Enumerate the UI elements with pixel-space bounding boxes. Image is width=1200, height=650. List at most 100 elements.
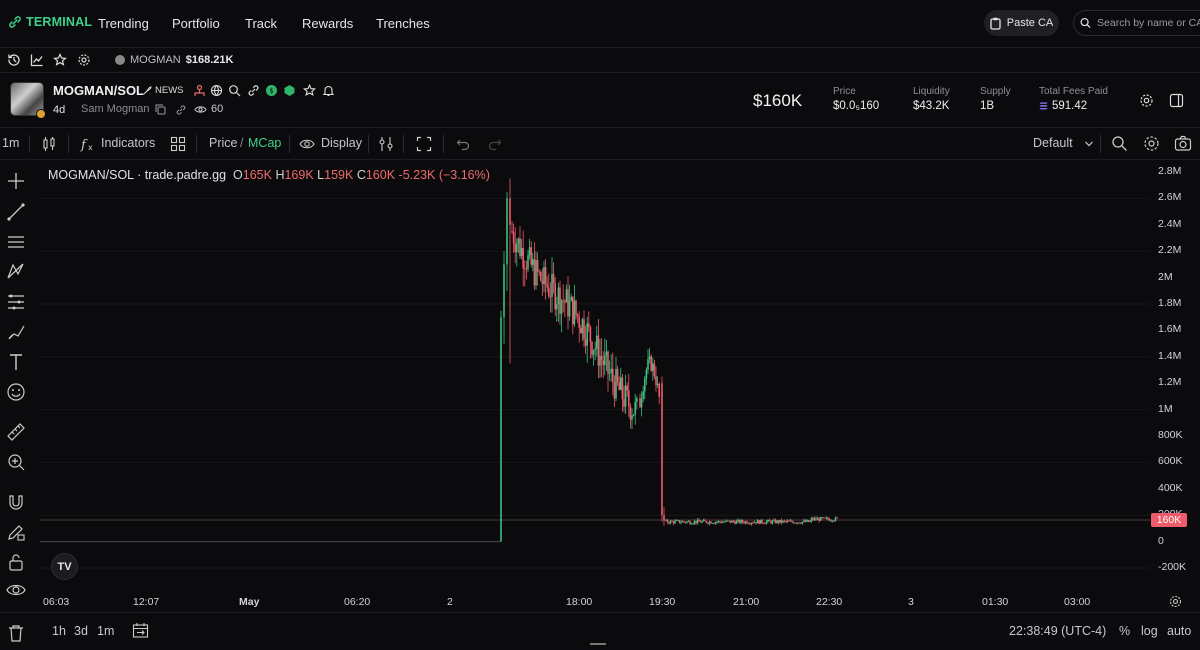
search-token-icon[interactable] [228,84,241,97]
x-tick-label: 18:00 [566,596,593,608]
candle-body [584,339,587,346]
search-icon[interactable] [1111,135,1128,152]
share-link-icon[interactable] [175,104,187,116]
candle-body [554,283,556,310]
trend-line-icon[interactable] [5,201,27,223]
layouts-icon[interactable] [170,136,186,152]
candle-body [809,521,811,523]
brush-icon[interactable] [5,321,27,343]
nav-trending[interactable]: Trending [98,16,149,31]
holders-icon[interactable] [193,84,206,97]
ticker-chip[interactable]: MOGMAN $168.21K [115,54,233,66]
candle-body [549,296,552,298]
candle-body [687,521,690,522]
candle-body [503,264,505,318]
copy-icon[interactable] [155,104,166,115]
pencil-lock-icon[interactable] [5,521,27,543]
text-icon[interactable] [5,351,27,373]
mcap-toggle[interactable]: MCap [248,136,281,150]
candle-body [704,520,706,522]
candle-body [541,280,544,284]
nav-rewards[interactable]: Rewards [302,16,353,31]
pair-name[interactable]: MOGMAN/SOL [53,83,144,98]
price-chart[interactable] [40,162,1150,586]
nav-trenches[interactable]: Trenches [376,16,430,31]
ruler-icon[interactable] [5,421,27,443]
stat-price-label: Price [833,86,856,97]
camera-icon[interactable] [1174,135,1192,152]
resize-handle[interactable] [590,643,606,645]
compare-icon[interactable] [378,136,394,152]
emoji-icon[interactable] [5,381,27,403]
dex-icon[interactable]: $ [265,84,278,97]
bot-icon[interactable] [283,84,296,97]
fx-icon[interactable]: fx [80,136,96,152]
log-toggle[interactable]: log [1141,624,1158,638]
clock[interactable]: 22:38:49 (UTC-4) [1009,624,1106,638]
tradingview-logo[interactable]: TV [51,553,78,580]
date-range-icon[interactable] [132,622,149,639]
terminal-logo[interactable]: TERMINAL [9,15,92,29]
globe-icon[interactable] [210,84,223,97]
horizontal-lines-icon[interactable] [5,231,27,253]
paste-ca-label: Paste CA [1006,17,1054,29]
percent-toggle[interactable]: % [1119,624,1130,638]
star-icon[interactable] [53,53,67,67]
lock-icon[interactable] [5,551,27,573]
bell-icon[interactable] [322,84,335,97]
link-icon[interactable] [247,84,260,97]
visibility-icon[interactable] [5,579,27,601]
magnet-icon[interactable] [5,491,27,513]
indicators-button[interactable]: Indicators [101,136,155,150]
zoom-in-icon[interactable] [5,451,27,473]
search-input[interactable]: Search by name or CA... [1073,10,1200,36]
stat-fees-value: 591.42 [1052,100,1088,112]
chart-settings-icon[interactable] [1143,135,1160,152]
legend-open: 165K [242,168,272,182]
candles-icon[interactable] [41,136,57,152]
candle-body [717,521,720,522]
crosshair-icon[interactable] [5,170,27,192]
fib-icon[interactable] [5,291,27,313]
price-toggle[interactable]: Price [209,136,237,150]
stat-supply-label: Supply [980,86,1011,97]
range-3d[interactable]: 3d [74,624,88,638]
divider [1100,135,1101,153]
candle-body [671,520,673,522]
range-1m[interactable]: 1m [97,624,114,638]
nav-portfolio[interactable]: Portfolio [172,16,220,31]
logo-text: TERMINAL [26,15,93,29]
chart-line-icon[interactable] [30,53,44,67]
paste-ca-button[interactable]: Paste CA [984,10,1059,36]
chevron-down-icon[interactable] [1084,140,1094,148]
candle-body [653,363,656,377]
settings-icon[interactable] [1139,93,1154,108]
candle-body [613,382,616,399]
creator-name[interactable]: Sam Mogman [81,103,149,115]
star-outline-icon[interactable] [303,84,316,97]
layout-select[interactable]: Default [1033,136,1073,150]
range-1h[interactable]: 1h [52,624,66,638]
candle-body [665,519,667,521]
candle-body [822,517,825,519]
axis-settings-icon[interactable] [1169,595,1182,608]
undo-icon[interactable] [456,137,470,151]
nav-track[interactable]: Track [245,16,277,31]
panel-toggle-icon[interactable] [1169,93,1184,108]
history-icon[interactable] [7,53,21,67]
candle-body [623,399,625,407]
auto-toggle[interactable]: auto [1167,624,1191,638]
display-button[interactable]: Display [321,136,362,150]
candle-body [818,518,820,521]
stat-price-value: $0.0₅160 [833,100,880,112]
redo-icon[interactable] [488,137,502,151]
fullscreen-icon[interactable] [416,136,432,152]
candle-body [701,521,703,523]
gear-icon[interactable] [77,53,91,67]
pitchfork-icon[interactable] [5,260,27,282]
candle-body [535,259,537,286]
news-tag[interactable]: NEWS [143,85,184,96]
candle-body [824,517,826,519]
interval-select[interactable]: 1m [2,136,19,150]
candle-body [591,342,593,355]
